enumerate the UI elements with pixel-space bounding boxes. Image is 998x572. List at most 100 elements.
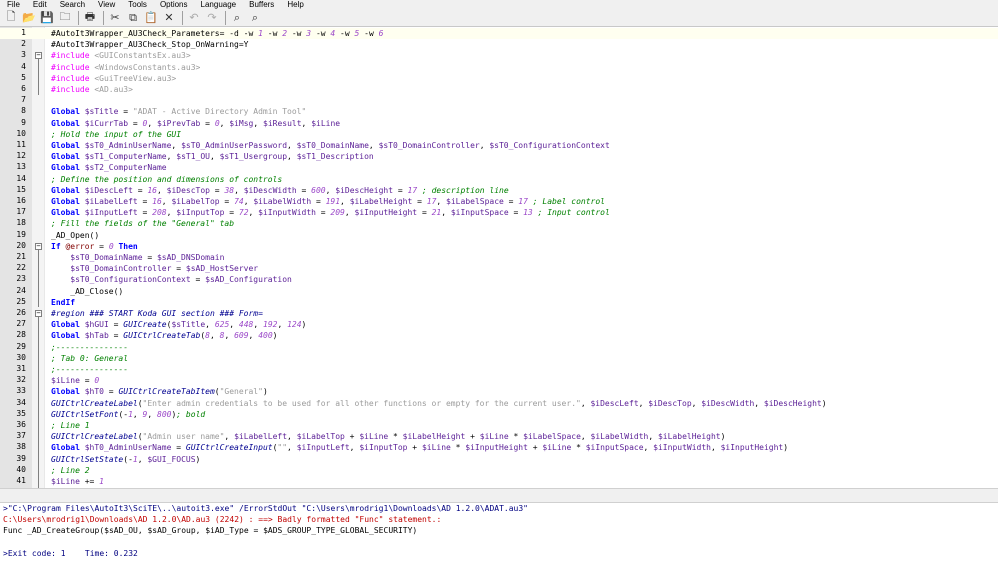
code-line[interactable]: 26 #region ### START Koda GUI section ###… [0, 308, 998, 319]
line-number: 10 [16, 128, 26, 138]
open-icon[interactable]: 📂 [21, 10, 37, 25]
line-code: ; Line 2 [51, 465, 90, 476]
code-line[interactable]: 7 [0, 95, 998, 106]
paste-icon[interactable]: 📋 [143, 10, 159, 25]
code-line[interactable]: 33 Global $hT0 = GUICtrlCreateTabItem("Ge… [0, 386, 998, 397]
code-token: 600 [311, 185, 326, 195]
line-number: 2 [21, 39, 26, 49]
code-line[interactable]: 9 Global $iCurrTab = 0, $iPrevTab = 0, $i… [0, 118, 998, 129]
code-line[interactable]: 18 ; Fill the fields of the "General" tab [0, 218, 998, 229]
code-line[interactable]: 19 _AD_Open() [0, 230, 998, 241]
save-icon[interactable]: 💾 [39, 10, 55, 25]
code-line[interactable]: 10 ; Hold the input of the GUI [0, 129, 998, 140]
redo-icon[interactable]: ↷ [204, 10, 220, 25]
line-code: $sT0_DomainController = $sAD_HostServer [51, 263, 258, 274]
code-line[interactable]: 2 #AutoIt3Wrapper_AU3Check_Stop_OnWarning… [0, 39, 998, 50]
code-token: $iDescHeight [763, 398, 822, 408]
code-line[interactable]: 30 ; Tab 0: General [0, 353, 998, 364]
code-line[interactable]: 5 #include <GuiTreeView.au3> [0, 73, 998, 84]
code-line[interactable]: 28 Global $hTab = GUICtrlCreateTab(8, 8, … [0, 330, 998, 341]
line-number: 29 [16, 341, 26, 351]
code-line[interactable]: 31 ;--------------- [0, 364, 998, 375]
line-code: If @error = 0 Then [51, 241, 138, 252]
menu-item-buffers[interactable]: Buffers [242, 0, 280, 9]
cut-icon[interactable]: ✂ [107, 10, 123, 25]
code-token: $sTitle [171, 320, 206, 330]
code-line[interactable]: 17 Global $iInputLeft = 208, $iInputTop =… [0, 207, 998, 218]
line-number: 22 [16, 263, 26, 273]
code-line[interactable]: 32 $iLine = 0 [0, 375, 998, 386]
code-line[interactable]: 14 ; Define the position and dimensions o… [0, 174, 998, 185]
toolbar: 🗋 📂 💾 🗀 🖶 ✂ ⧉ 📋 ✕ ↶ ↷ ⌕ ⌕ [0, 9, 998, 27]
code-line[interactable]: 1 #AutoIt3Wrapper_AU3Check_Parameters= -d… [0, 28, 998, 40]
code-token: GUICtrlCreateLabel [51, 398, 138, 408]
code-line[interactable]: 40 ; Line 2 [0, 465, 998, 476]
line-number: 14 [16, 173, 26, 183]
line-code: Global $sTitle = "ADAT - Active Director… [51, 106, 306, 117]
menu-item-edit[interactable]: Edit [26, 0, 53, 9]
delete-icon[interactable]: ✕ [161, 10, 177, 25]
code-token: , [229, 320, 239, 330]
code-line[interactable]: 21 $sT0_DomainName = $sAD_DNSDomain [0, 252, 998, 263]
code-line[interactable]: 23 $sT0_ConfigurationContext = $sAD_Conf… [0, 274, 998, 285]
code-token: $iInputHeight [465, 443, 528, 453]
code-line[interactable]: 4 #include <WindowsConstants.au3> [0, 62, 998, 73]
menu-item-view[interactable]: View [91, 0, 121, 9]
menu-item-options[interactable]: Options [153, 0, 194, 9]
code-line[interactable]: 13 Global $sT2_ComputerName [0, 162, 998, 173]
code-token: ; Hold the input of the GUI [51, 129, 182, 139]
output-pane[interactable]: >"C:\Program Files\AutoIt3\SciTE\..\auto… [0, 503, 998, 572]
line-number: 20 [16, 240, 26, 250]
line-code: _AD_Open() [51, 230, 99, 241]
code-line[interactable]: 25 EndIf [0, 297, 998, 308]
line-number: 6 [21, 84, 26, 93]
code-line[interactable]: 38 Global $hT0_AdminUserName = GUICtrlCre… [0, 442, 998, 453]
new-icon[interactable]: 🗋 [3, 10, 19, 25]
code-token: 21 [431, 208, 442, 218]
line-code: GUICtrlSetFont(-1, 9, 800); bold [51, 409, 205, 420]
code-line[interactable]: 6 #include <AD.au3> [0, 84, 998, 95]
code-line[interactable]: 35 GUICtrlSetFont(-1, 9, 800); bold [0, 409, 998, 420]
line-number: 40 [16, 464, 26, 474]
code-token: Global [51, 163, 85, 173]
replace-icon[interactable]: ⌕ [247, 10, 263, 25]
code-line[interactable]: 15 Global $iDescLeft = 16, $iDescTop = 38… [0, 185, 998, 196]
line-number: 39 [16, 453, 26, 463]
code-line[interactable]: 36 ; Line 1 [0, 420, 998, 431]
code-line[interactable]: 29 ;--------------- [0, 342, 998, 353]
code-token: $iLabelLeft [234, 432, 288, 442]
code-token: Global [51, 185, 85, 195]
code-editor[interactable]: − − − 1 #AutoIt3Wrapper_AU3Check_Parameters… [0, 27, 998, 488]
undo-icon[interactable]: ↶ [186, 10, 202, 25]
print-icon[interactable]: 🖶 [82, 10, 98, 25]
menu-item-help[interactable]: Help [280, 0, 309, 9]
line-code: GUICtrlCreateLabel("Admin user name", $i… [51, 431, 725, 442]
code-line[interactable]: 8 Global $sTitle = "ADAT - Active Directo… [0, 106, 998, 117]
code-token: #AutoIt3Wrapper_AU3Check_Stop_OnWarning=… [51, 40, 249, 50]
code-token: = [132, 185, 148, 195]
code-line[interactable]: 22 $sT0_DomainController = $sAD_HostServ… [0, 263, 998, 274]
copy-icon[interactable]: ⧉ [125, 10, 141, 25]
code-line[interactable]: 34 GUICtrlCreateLabel("Enter admin creden… [0, 398, 998, 409]
close-icon[interactable]: 🗀 [57, 10, 73, 25]
code-line[interactable]: 11 Global $sT0_AdminUserName, $sT0_AdminU… [0, 140, 998, 151]
code-line[interactable]: 20 If @error = 0 Then [0, 241, 998, 252]
line-code: Global $sT2_ComputerName [51, 162, 167, 173]
pane-splitter[interactable] [0, 488, 998, 503]
code-line[interactable]: 41 $iLine += 1 [0, 476, 998, 487]
code-token: Then [113, 241, 138, 251]
code-token: , [147, 409, 158, 419]
code-line[interactable]: 37 GUICtrlCreateLabel("Admin user name", … [0, 431, 998, 442]
menu-item-tools[interactable]: Tools [121, 0, 153, 9]
code-line[interactable]: 12 Global $sT1_ComputerName, $sT1_OU, $sT… [0, 151, 998, 162]
menu-item-language[interactable]: Language [194, 0, 243, 9]
code-token: $sT1_ComputerName [84, 152, 167, 162]
code-token: Global [51, 387, 85, 397]
code-token: 800 [157, 409, 172, 419]
find-icon[interactable]: ⌕ [229, 10, 245, 25]
code-line[interactable]: 24 _AD_Close() [0, 286, 998, 297]
code-line[interactable]: 39 GUICtrlSetState(-1, $GUI_FOCUS) [0, 454, 998, 465]
code-line[interactable]: 3 #include <GUIConstantsEx.au3> [0, 50, 998, 61]
code-line[interactable]: 16 Global $iLabelLeft = 16, $iLabelTop = … [0, 196, 998, 207]
code-line[interactable]: 27 Global $hGUI = GUICreate($sTitle, 625,… [0, 319, 998, 330]
